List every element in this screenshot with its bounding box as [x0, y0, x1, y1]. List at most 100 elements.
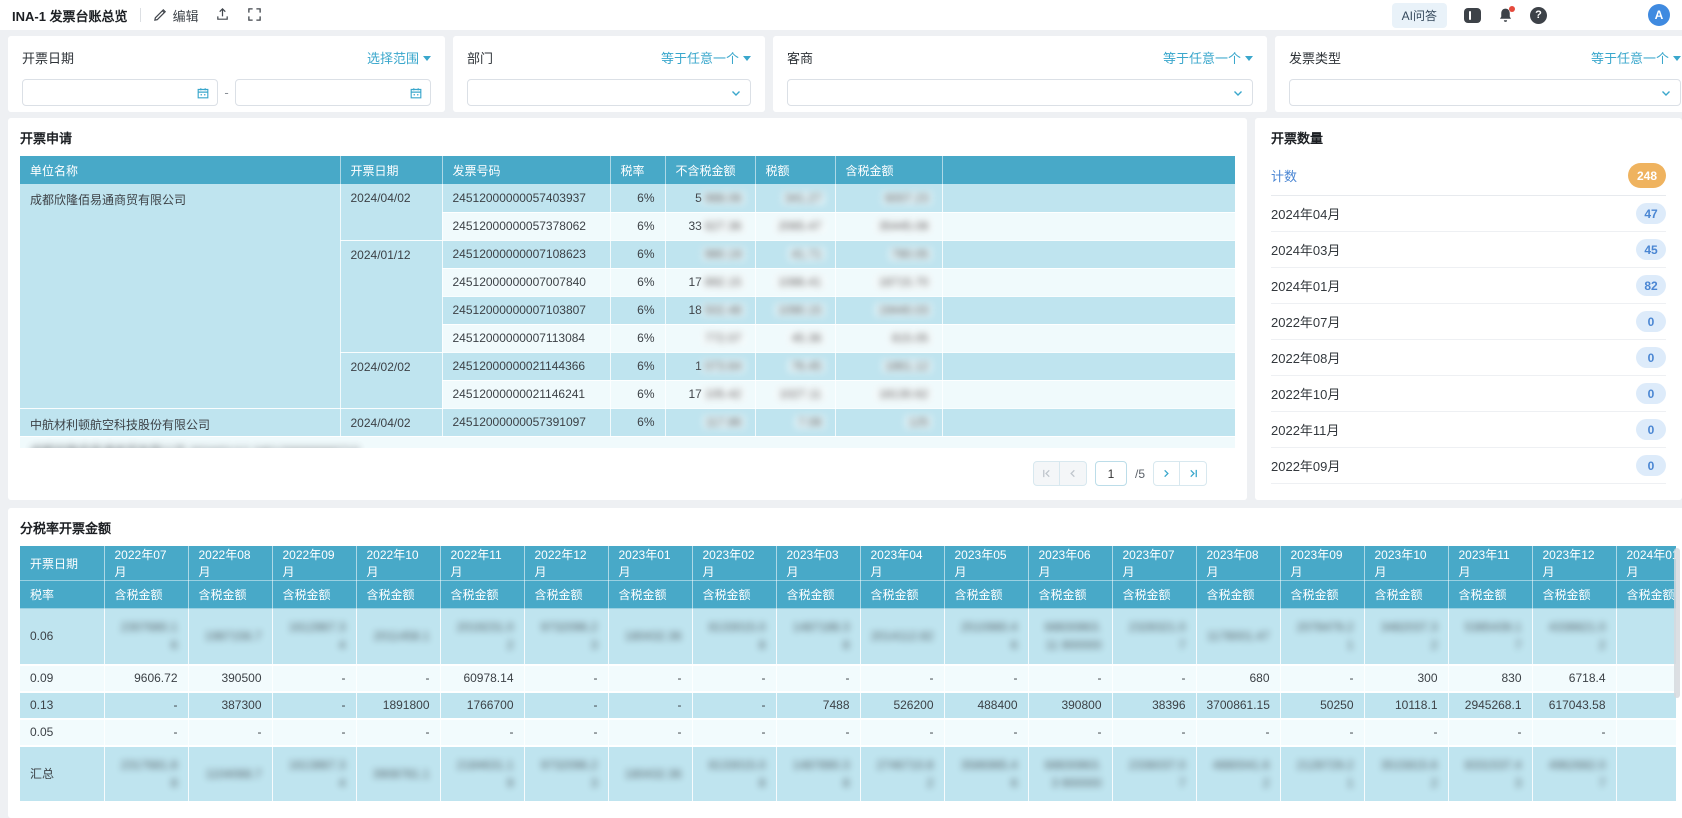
count-month-row[interactable]: 2024年03月45 [1271, 232, 1666, 268]
invoice-column-header: 开票日期 [340, 156, 442, 184]
tax-value-cell: 8133015.08 [692, 609, 776, 665]
tax-value-cell: - [104, 692, 188, 719]
tax-blurred: 1086.41 [775, 275, 824, 289]
tax-value-blurred: 2011458.1 [374, 627, 430, 645]
upload-icon [215, 7, 231, 23]
net-amount-cell: 980.19 [665, 240, 755, 268]
tax-month-header: 2023年01月 [608, 546, 692, 581]
gross-amount-cell: 35445.08 [835, 212, 942, 240]
prev-page-icon [1067, 468, 1078, 479]
net-visible: 5 [695, 191, 702, 205]
tax-rate-cell: 6% [610, 296, 665, 324]
tax-corner-date: 开票日期 [20, 546, 104, 581]
tax-value-cell: 390500 [188, 665, 272, 692]
count-month-row[interactable]: 2024年04月47 [1271, 196, 1666, 232]
chevron-down-icon [743, 56, 751, 61]
tax-value-cell: 180432.36 [608, 609, 692, 665]
tax-value-cell: 488400 [944, 692, 1028, 719]
tax-value-blurred: 1487890.38 [787, 756, 850, 792]
invoice-type-select[interactable] [1289, 79, 1681, 106]
net-blurred: 502.48 [702, 303, 745, 317]
next-page-icon [1161, 468, 1172, 479]
edit-button[interactable]: 编辑 [153, 6, 199, 25]
department-select[interactable] [467, 79, 751, 106]
tax-value-blurred: 9732096.23 [535, 756, 598, 792]
chevron-down-icon [730, 87, 742, 99]
tax-rate-cell: 6% [610, 268, 665, 296]
filter-operator-dropdown[interactable]: 等于任意一个 [1591, 48, 1681, 67]
gross-blurred: 19440.03 [875, 303, 931, 317]
avatar[interactable]: A [1648, 4, 1670, 26]
tax-value-cell [1616, 719, 1676, 746]
tax-value-cell: 526200 [860, 692, 944, 719]
tax-blurred: 1027.11 [776, 387, 825, 401]
pencil-icon [153, 7, 169, 23]
date-start-input[interactable] [22, 79, 218, 106]
tax-value-cell: 3586985.46 [944, 746, 1028, 802]
tax-value-blurred: 8133015.08 [703, 618, 766, 654]
count-month-row[interactable]: 2022年09月0 [1271, 448, 1666, 484]
fullscreen-button[interactable] [247, 7, 263, 23]
company-cell: 成都欣隆佰易通商贸有限公司 [20, 184, 340, 408]
tax-rate-row: 0.099606.72390500--60978.14--------680-3… [20, 665, 1676, 692]
last-page-button[interactable] [1180, 461, 1207, 486]
notifications-button[interactable] [1496, 6, 1515, 25]
tax-subheader: 含税金额 [1364, 581, 1448, 609]
net-amount-cell: 5988.06 [665, 184, 755, 212]
tax-value-blurred: 2307680.16 [115, 618, 178, 654]
tax-month-header: 2022年12月 [524, 546, 608, 581]
net-visible: 18 [688, 303, 701, 317]
count-month-row[interactable]: 2022年08月0 [1271, 340, 1666, 376]
tax-subheader: 含税金额 [944, 581, 1028, 609]
net-amount-cell: 17105.42 [665, 380, 755, 408]
tax-subheader: 含税金额 [608, 581, 692, 609]
expand-icon [247, 7, 263, 23]
filler-cell [942, 380, 1235, 408]
count-month-row[interactable]: 2022年11月0 [1271, 412, 1666, 448]
count-month-badge: 45 [1636, 239, 1666, 260]
count-month-row[interactable]: 2022年07月0 [1271, 304, 1666, 340]
vendor-select[interactable] [787, 79, 1253, 106]
tax-value-cell: 2078479.21 [1280, 609, 1364, 665]
tax-amount-cell: 2065.47 [755, 212, 835, 240]
tax-value-cell: 68830863.11 900000 [1028, 609, 1112, 665]
tax-value-cell: 387300 [188, 692, 272, 719]
page-number-input[interactable] [1095, 461, 1127, 486]
first-page-button[interactable] [1033, 461, 1060, 486]
prev-page-button[interactable] [1060, 461, 1087, 486]
date-end-input[interactable] [235, 79, 431, 106]
tax-blurred: 2065.47 [775, 219, 824, 233]
filter-operator-dropdown[interactable]: 等于任意一个 [1163, 48, 1253, 67]
ai-qa-button[interactable]: AI问答 [1392, 3, 1447, 28]
export-button[interactable] [215, 7, 231, 23]
tax-value-blurred: 1178001.47 [1207, 627, 1270, 645]
tax-rate-row: 汇总2317681.881104068.71613867.343908781.1… [20, 746, 1676, 802]
tax-value-blurred: 1104068.7 [206, 765, 262, 783]
filter-operator-dropdown[interactable]: 等于任意一个 [661, 48, 751, 67]
tax-value-cell: 1891800 [356, 692, 440, 719]
sidebar-toggle-button[interactable] [1463, 6, 1482, 25]
divider [140, 8, 141, 22]
help-button[interactable]: ? [1529, 6, 1548, 25]
tax-value-cell: 3515815.62 [1364, 746, 1448, 802]
tax-value-cell: 38396 [1112, 692, 1196, 719]
tax-value-blurred: 2078479.21 [1291, 618, 1354, 654]
next-page-button[interactable] [1153, 461, 1180, 486]
invoice-column-header: 税额 [755, 156, 835, 184]
invoice-header-row: 单位名称开票日期发票号码税率不含税金额税额含税金额 [20, 156, 1235, 184]
tax-amount-cell: 41.71 [755, 240, 835, 268]
gross-blurred: 6007.23 [882, 191, 931, 205]
vertical-scrollbar[interactable] [1674, 548, 1680, 698]
tax-value-cell: - [692, 665, 776, 692]
tax-value-cell: 2307680.16 [104, 609, 188, 665]
count-month-row[interactable]: 2024年01月82 [1271, 268, 1666, 304]
gross-blurred: 1861.12 [882, 359, 931, 373]
filter-operator-dropdown[interactable]: 选择范围 [367, 48, 431, 67]
count-month-row[interactable]: 2022年10月0 [1271, 376, 1666, 412]
tax-value-cell: - [1448, 719, 1532, 746]
net-amount-cell: 17892.15 [665, 268, 755, 296]
tax-value-blurred: 180432.36 [625, 765, 682, 783]
count-month-badge: 0 [1636, 311, 1666, 332]
tax-value-cell: 60978.14 [440, 665, 524, 692]
invoice-column-header: 不含税金额 [665, 156, 755, 184]
